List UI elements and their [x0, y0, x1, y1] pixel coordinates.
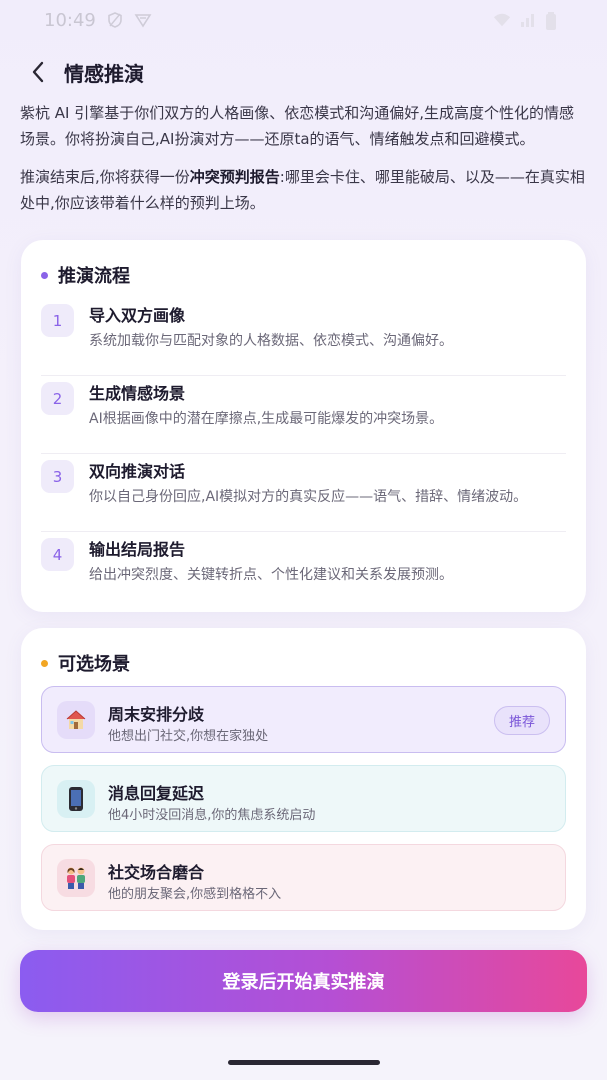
intro-paragraph-2: 推演结束后,你将获得一份冲突预判报告:哪里会卡住、哪里能破局、以及——在真实相处…	[20, 164, 588, 216]
status-left: 10:49	[44, 10, 152, 31]
flow-step: 2 生成情感场景 AI根据画像中的潜在摩擦点,生成最可能爆发的冲突场景。	[41, 376, 566, 454]
step-desc: AI根据画像中的潜在摩擦点,生成最可能爆发的冲突场景。	[89, 411, 444, 427]
flow-step: 4 输出结局报告 给出冲突烈度、关键转折点、个性化建议和关系发展预测。	[41, 532, 566, 610]
intro-prefix: 推演结束后,你将获得一份	[20, 168, 190, 186]
bullet-dot-icon	[41, 271, 48, 279]
flow-title-text: 推演流程	[58, 266, 130, 287]
intro-paragraph-1: 紫杭 AI 引擎基于你们双方的人格画像、依恋模式和沟通偏好,生成高度个性化的情感…	[20, 104, 574, 148]
scene-desc: 他4小时没回消息,你的焦虑系统启动	[108, 808, 316, 823]
house-icon	[57, 701, 95, 739]
step-desc: 给出冲突烈度、关键转折点、个性化建议和关系发展预测。	[89, 567, 453, 583]
step-desc: 系统加载你与匹配对象的人格数据、依恋模式、沟通偏好。	[89, 333, 453, 349]
step-number: 2	[41, 382, 74, 415]
scene-title: 消息回复延迟	[108, 784, 205, 803]
scene-desc: 他想出门社交,你想在家独处	[108, 729, 269, 744]
phone-icon	[57, 780, 95, 818]
scenes-card-title: 可选场景	[41, 650, 130, 676]
battery-icon	[545, 11, 563, 30]
bullet-dot-icon	[41, 659, 48, 667]
flow-card: 推演流程 1 导入双方画像 系统加载你与匹配对象的人格数据、依恋模式、沟通偏好。…	[21, 240, 586, 612]
flow-step: 3 双向推演对话 你以自己身份回应,AI模拟对方的真实反应——语气、措辞、情绪波…	[41, 454, 566, 532]
home-indicator[interactable]	[228, 1060, 380, 1065]
chevron-left-icon	[32, 61, 44, 83]
page-title: 情感推演	[64, 62, 144, 86]
intro-highlight: 冲突预判报告	[189, 168, 280, 186]
step-title: 双向推演对话	[89, 462, 186, 481]
step-number: 4	[41, 538, 74, 571]
scenes-card: 可选场景 周末安排分歧 他想出门社交,你想在家独处 推荐 消息回复延迟 他4小时…	[21, 628, 586, 930]
scene-title: 周末安排分歧	[108, 705, 205, 724]
step-number: 1	[41, 304, 74, 337]
step-title: 输出结局报告	[89, 540, 186, 559]
scene-social-gathering[interactable]: 社交场合磨合 他的朋友聚会,你感到格格不入	[41, 844, 566, 911]
scene-reply-delay[interactable]: 消息回复延迟 他4小时没回消息,你的焦虑系统启动	[41, 765, 566, 832]
header: 情感推演	[0, 52, 607, 92]
status-right	[493, 11, 563, 30]
scene-desc: 他的朋友聚会,你感到格格不入	[108, 887, 282, 902]
flow-step: 1 导入双方画像 系统加载你与匹配对象的人格数据、依恋模式、沟通偏好。	[41, 298, 566, 376]
step-desc: 你以自己身份回应,AI模拟对方的真实反应——语气、措辞、情绪波动。	[89, 489, 528, 505]
status-bar: 10:49	[0, 0, 607, 40]
scene-title: 社交场合磨合	[108, 863, 205, 882]
step-number: 3	[41, 460, 74, 493]
recommended-badge: 推荐	[493, 706, 550, 735]
step-title: 导入双方画像	[89, 306, 186, 325]
back-button[interactable]	[24, 58, 52, 86]
status-time: 10:49	[44, 9, 96, 31]
app-notification-icon	[134, 11, 152, 29]
login-start-button[interactable]: 登录后开始真实推演	[20, 950, 587, 1012]
shield-icon	[106, 11, 124, 29]
wifi-icon	[493, 11, 511, 29]
flow-card-title: 推演流程	[41, 262, 130, 288]
scenes-title-text: 可选场景	[58, 654, 130, 675]
signal-icon	[519, 11, 537, 29]
couple-icon	[57, 859, 95, 897]
step-title: 生成情感场景	[89, 384, 186, 403]
scene-weekend-plan[interactable]: 周末安排分歧 他想出门社交,你想在家独处 推荐	[41, 686, 566, 753]
